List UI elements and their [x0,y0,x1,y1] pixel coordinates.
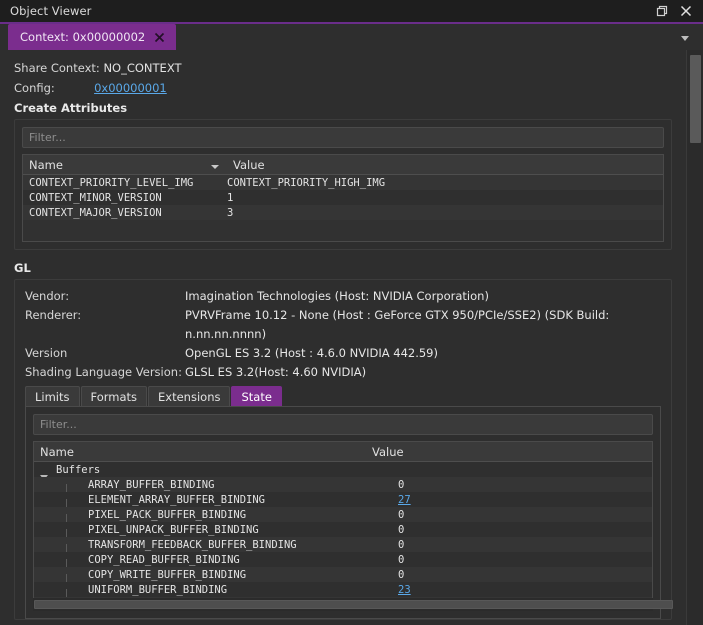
create-attributes-table: Name Value CONTEXT_PRIORITY_LEVEL_IMG CO… [22,154,664,242]
content-vertical-scrollbar[interactable] [686,50,703,625]
share-context-value: NO_CONTEXT [103,61,182,75]
column-header-value-label: Value [372,444,404,459]
table-header-row: Name Value [23,155,663,175]
table-row[interactable]: ELEMENT_ARRAY_BUFFER_BINDING 27 [34,492,652,515]
horizontal-scrollbar-thumb[interactable] [34,600,673,609]
column-header-name-label: Name [29,157,63,172]
table-row[interactable]: PIXEL_UNPACK_BUFFER_BINDING 0 [34,522,652,545]
cell-value: 0 [398,478,405,491]
create-attributes-rows: CONTEXT_PRIORITY_LEVEL_IMG CONTEXT_PRIOR… [23,175,663,241]
cell-value: 1 [227,191,234,204]
cell-name: UNIFORM_BUFFER_BINDING [88,583,228,596]
cell-name: CONTEXT_MINOR_VERSION [29,191,162,204]
table-row[interactable]: COPY_WRITE_BUFFER_BINDING 0 [34,567,652,590]
cell-value: 0 [398,538,405,551]
sort-descending-icon [211,164,219,169]
gl-panel: Vendor: Imagination Technologies (Host: … [14,279,673,620]
tab-state[interactable]: State [231,386,282,406]
cell-value: 3 [227,206,234,219]
tree-group-label: Buffers [56,463,101,476]
object-viewer-content: Share Context: NO_CONTEXT Config: 0x0000… [0,50,703,625]
gl-info-row: Version OpenGL ES 3.2 (Host : 4.6.0 NVID… [15,344,671,363]
cell-value-link[interactable]: 27 [398,494,411,506]
cell-name: CONTEXT_PRIORITY_LEVEL_IMG [29,176,194,189]
state-table-body: Buffers ARRAY_BUFFER_BINDING 0 ELEMENT_A… [34,462,652,598]
state-filter-input[interactable] [33,414,653,435]
gl-info-row: Shading Language Version: GLSL ES 3.2(Ho… [15,363,671,382]
content-scroll-area: Share Context: NO_CONTEXT Config: 0x0000… [0,50,686,625]
config-row: Config: 0x00000001 [0,78,686,98]
create-attributes-filter-input[interactable] [22,127,664,148]
cell-value-link[interactable]: 23 [398,584,411,596]
table-row[interactable]: PIXEL_PACK_BUFFER_BINDING 0 [34,507,652,530]
create-attributes-heading: Create Attributes [14,101,128,115]
table-row[interactable]: ARRAY_BUFFER_BINDING 0 [34,477,652,500]
config-value-link[interactable]: 0x00000001 [94,81,167,95]
state-table: Name Value Buffers ARRAY_BUFFER_BINDING … [33,441,653,598]
gl-version-label: Version [25,346,68,360]
create-attributes-panel: Name Value CONTEXT_PRIORITY_LEVEL_IMG CO… [14,119,672,250]
gl-info-row: Vendor: Imagination Technologies (Host: … [15,287,671,306]
column-header-value[interactable]: Value [366,445,652,459]
tab-formats[interactable]: Formats [80,386,148,406]
window-titlebar: Object Viewer [0,0,703,22]
cell-value: 0 [398,553,405,566]
cell-value: 0 [398,508,405,521]
cell-value: 0 [398,568,405,581]
state-tab-panel: Name Value Buffers [25,406,673,619]
cell-name: ELEMENT_ARRAY_BUFFER_BINDING [88,493,266,506]
table-row[interactable]: CONTEXT_MINOR_VERSION 1 [23,190,663,205]
gl-vendor-value: Imagination Technologies (Host: NVIDIA C… [185,289,489,303]
column-header-value-label: Value [233,157,265,172]
tab-close-icon[interactable] [154,32,165,43]
cell-name: COPY_WRITE_BUFFER_BINDING [88,568,247,581]
column-header-value[interactable]: Value [227,158,663,172]
gl-vendor-label: Vendor: [25,289,70,303]
chevron-down-icon[interactable] [679,32,691,44]
window-title: Object Viewer [10,4,92,18]
cell-value: 0 [398,523,405,536]
tab-extensions[interactable]: Extensions [148,386,231,406]
cell-name: TRANSFORM_FEEDBACK_BUFFER_BINDING [88,538,297,551]
vertical-scrollbar-thumb[interactable] [690,55,701,143]
close-icon[interactable] [679,4,693,18]
table-empty-space [23,220,663,241]
gl-heading: GL [14,261,31,275]
context-tabstrip: Context: 0x00000002 [0,24,703,50]
tab-label: Context: 0x00000002 [20,30,146,44]
share-context-row: Share Context: NO_CONTEXT [0,58,686,78]
state-table-horizontal-scrollbar[interactable] [33,598,673,611]
gl-shading-language-value: GLSL ES 3.2(Host: 4.60 NVIDIA) [185,365,367,379]
gl-renderer-label: Renderer: [25,308,82,322]
gl-renderer-value: PVRVFrame 10.12 - None (Host : GeForce G… [185,308,610,341]
cell-name: ARRAY_BUFFER_BINDING [88,478,215,491]
cell-name: CONTEXT_MAJOR_VERSION [29,206,162,219]
column-header-name[interactable]: Name [34,445,366,459]
table-row[interactable]: CONTEXT_MAJOR_VERSION 3 [23,205,663,220]
gl-subtabs: Limits Formats Extensions State [15,382,671,406]
table-row[interactable]: COPY_READ_BUFFER_BINDING 0 [34,552,652,575]
window-controls [655,4,697,18]
tree-group-buffers[interactable]: Buffers [34,462,652,480]
cell-name: COPY_READ_BUFFER_BINDING [88,553,240,566]
tab-limits[interactable]: Limits [25,386,80,406]
cell-name: PIXEL_UNPACK_BUFFER_BINDING [88,523,259,536]
gl-shading-language-label: Shading Language Version: [25,365,182,379]
column-header-name-label: Name [40,444,74,459]
column-header-name[interactable]: Name [23,158,227,172]
state-table-header-row: Name Value [34,442,652,462]
table-row[interactable]: UNIFORM_BUFFER_BINDING 23 [34,582,652,598]
gl-info-row: Renderer: PVRVFrame 10.12 - None (Host :… [15,306,671,344]
cell-name: PIXEL_PACK_BUFFER_BINDING [88,508,247,521]
table-row[interactable]: CONTEXT_PRIORITY_LEVEL_IMG CONTEXT_PRIOR… [23,175,663,190]
gl-version-value: OpenGL ES 3.2 (Host : 4.6.0 NVIDIA 442.5… [185,346,438,360]
cell-value: CONTEXT_PRIORITY_HIGH_IMG [227,176,386,189]
table-row[interactable]: TRANSFORM_FEEDBACK_BUFFER_BINDING 0 [34,537,652,560]
tab-context-0x00000002[interactable]: Context: 0x00000002 [8,24,177,50]
share-context-label: Share Context: [14,61,100,75]
restore-window-icon[interactable] [655,4,669,18]
config-label: Config: [14,81,55,95]
